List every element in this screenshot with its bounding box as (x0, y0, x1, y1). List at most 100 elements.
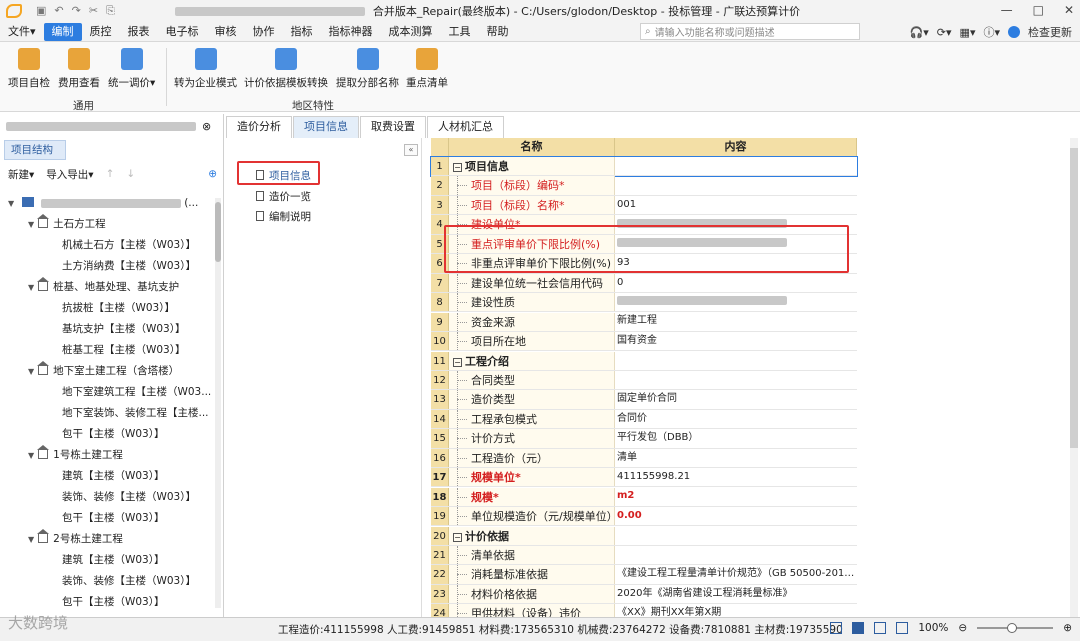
fee-view-button[interactable]: 费用查看 (58, 48, 100, 90)
grid-row[interactable]: 19单位规模造价（元/规模单位）0.00 (431, 507, 857, 540)
unified-price-adjust-button[interactable]: 统一调价▾ (108, 48, 155, 90)
row-name-cell[interactable]: 单位规模造价（元/规模单位） (449, 507, 615, 526)
grid-row[interactable]: 20− 计价依据 (431, 526, 857, 546)
grid-row[interactable]: 15 计价方式 清单 (431, 429, 857, 463)
tree-node[interactable]: 桩基工程【主楼（W03）】 (62, 341, 186, 359)
menu-ebid[interactable]: 电子标 (158, 23, 207, 41)
cut-icon[interactable]: ✂ (89, 4, 98, 18)
tree-node[interactable]: 地下室装饰、装修工程【主楼... (62, 404, 209, 422)
project-selfcheck-button[interactable]: 项目自检 (8, 48, 50, 90)
tree-node[interactable]: 建筑【主楼（W03）】 (62, 551, 165, 569)
row-name-cell[interactable]: 工程承包模式 (449, 409, 615, 429)
key-list-button[interactable]: 重点清单 (406, 48, 448, 90)
grid-row[interactable]: 16 工程造价（元） 411155998.21 (431, 448, 857, 482)
expand-icon[interactable]: ▼ (28, 451, 34, 460)
row-name-cell[interactable]: 资金来源 (449, 312, 615, 331)
grid-row[interactable]: 9 资金来源 国有资金 (431, 312, 857, 346)
redo-icon[interactable]: ↷ (72, 4, 81, 18)
collapse-icon[interactable]: − (453, 532, 462, 542)
row-name-cell[interactable]: − 计价依据 (449, 526, 615, 545)
menu-report[interactable]: 报表 (120, 23, 158, 41)
collapse-panel-button[interactable]: « (404, 144, 418, 156)
headset-icon[interactable]: 🎧▾ (910, 26, 929, 39)
copy-icon[interactable]: ⎘ (106, 4, 115, 18)
tree-node[interactable]: ▼ 土石方工程 (28, 214, 106, 233)
grid-row[interactable]: 13 造价类型 合同价 (431, 390, 857, 424)
grid-row[interactable]: 3 项目（标段）名称* (431, 195, 857, 228)
row-content-cell[interactable] (615, 526, 857, 545)
tree-node[interactable]: 装饰、装修【主楼（W03）】 (62, 572, 196, 590)
import-export-dropdown[interactable]: 导入导出▾ (46, 167, 93, 182)
zoom-knob[interactable] (1007, 623, 1018, 633)
expand-icon[interactable]: ▼ (28, 367, 34, 376)
close-search-icon[interactable]: ⊗ (202, 120, 211, 133)
tree-root[interactable]: ▼ (... (8, 194, 198, 212)
tree-node[interactable]: 机械土石方【主楼（W03）】 (62, 236, 196, 254)
row-name-cell[interactable]: − 工程介绍 (449, 351, 615, 370)
info-icon[interactable]: ⓘ▾ (983, 24, 1000, 40)
row-name-cell[interactable]: 计价方式 (449, 429, 615, 448)
collapse-icon[interactable]: − (453, 357, 462, 367)
row-name-cell[interactable]: 合同类型 (449, 370, 615, 390)
fullscreen-icon[interactable] (896, 622, 909, 634)
menu-review[interactable]: 审核 (207, 23, 245, 41)
tab-project-info[interactable]: 项目信息 (293, 116, 359, 138)
grid-scrollbar[interactable] (1070, 138, 1078, 618)
save-icon[interactable]: ▣ (36, 4, 46, 18)
grid-row[interactable]: 23 材料价格依据 《XX》期刊XX年第X期 (431, 584, 857, 618)
menu-index[interactable]: 指标 (283, 23, 321, 41)
grid-row[interactable]: 10项目所在地长沙 (431, 332, 857, 365)
row-name-cell[interactable]: 建设单位统一社会信用代码 (449, 273, 615, 292)
row-name-cell[interactable]: 规模* (449, 487, 615, 506)
menu-collab[interactable]: 协作 (245, 23, 283, 41)
zoom-in-icon[interactable]: ⊕ (1063, 622, 1072, 634)
tree-node[interactable]: 抗拔桩【主楼（W03）】 (62, 299, 175, 317)
refresh-icon[interactable]: ⟳▾ (937, 26, 952, 39)
row-name-cell[interactable]: 工程造价（元） (449, 448, 615, 468)
minimize-button[interactable]: — (1001, 3, 1013, 17)
row-name-cell[interactable]: 项目（标段）名称* (449, 195, 615, 215)
collapse-tree-icon[interactable]: ⊕ (208, 168, 217, 180)
grid-row[interactable]: 11− 工程介绍 (431, 351, 857, 371)
grid-row[interactable]: 17 规模单位* m2 (431, 468, 857, 501)
undo-icon[interactable]: ↶ (54, 4, 63, 18)
nav-cost-overview[interactable]: 造价一览 (256, 189, 311, 204)
row-content-cell[interactable] (615, 157, 857, 176)
row-name-cell[interactable]: − 项目信息 (449, 157, 615, 176)
row-name-cell[interactable]: 材料价格依据 (449, 584, 615, 604)
tab-project-structure[interactable]: 项目结构 (4, 140, 66, 160)
grid-row[interactable]: 21 清单依据 《建设工程工程量清单计价规范》（GB 50500-201… (431, 546, 857, 579)
new-dropdown[interactable]: 新建▾ (8, 167, 34, 182)
row-name-cell[interactable]: 项目所在地 (449, 332, 615, 351)
row-name-cell[interactable]: 消耗量标准依据 (449, 565, 615, 584)
grid-icon[interactable]: ▦▾ (960, 26, 976, 39)
tab-labor-material-summary[interactable]: 人材机汇总 (427, 116, 504, 138)
function-search-input[interactable]: ⌕ 请输入功能名称或问题描述 (640, 23, 860, 40)
tree-node[interactable]: 装饰、装修【主楼（W03）】 (62, 488, 196, 506)
grid-row[interactable]: 22 消耗量标准依据 2020年《湖南省建设工程消耗量标准》 (431, 565, 857, 599)
menu-quality[interactable]: 质控 (82, 23, 120, 41)
view-icon[interactable] (830, 622, 843, 634)
template-convert-button[interactable]: 计价依据模板转换 (244, 48, 328, 90)
grid-row[interactable]: 12 合同类型 固定单价合同 (431, 370, 857, 404)
menu-index-tool[interactable]: 指标神器 (321, 23, 381, 41)
tree-node[interactable]: ▼ 1号栋土建工程 (28, 445, 123, 464)
tree-node[interactable]: 基坑支护【主楼（W03）】 (62, 320, 186, 338)
check-update-button[interactable]: 检查更新 (1028, 24, 1072, 40)
grid-row[interactable]: 14 工程承包模式 平行发包（DBB） (431, 409, 857, 443)
close-button[interactable]: ✕ (1064, 3, 1074, 17)
expand-icon[interactable]: ▼ (28, 220, 34, 229)
split-icon[interactable] (874, 622, 887, 634)
tree-node[interactable]: 包干【主楼（W03）】 (62, 509, 165, 527)
move-up-icon[interactable]: ↑ (106, 168, 115, 180)
zoom-slider[interactable] (977, 623, 1054, 633)
expand-icon[interactable]: ▼ (28, 283, 34, 292)
tree-node[interactable]: ▼ 2号栋土建工程 (28, 529, 123, 548)
expand-icon[interactable]: ▼ (28, 535, 34, 544)
tree-node[interactable]: 包干【主楼（W03）】 (62, 425, 165, 443)
enterprise-mode-button[interactable]: 转为企业模式 (174, 48, 237, 90)
layout-icon[interactable] (852, 622, 865, 634)
zoom-out-icon[interactable]: ⊖ (958, 622, 967, 634)
tree-node[interactable]: 建筑【主楼（W03）】 (62, 467, 165, 485)
row-name-cell[interactable]: 项目（标段）编码* (449, 176, 615, 195)
